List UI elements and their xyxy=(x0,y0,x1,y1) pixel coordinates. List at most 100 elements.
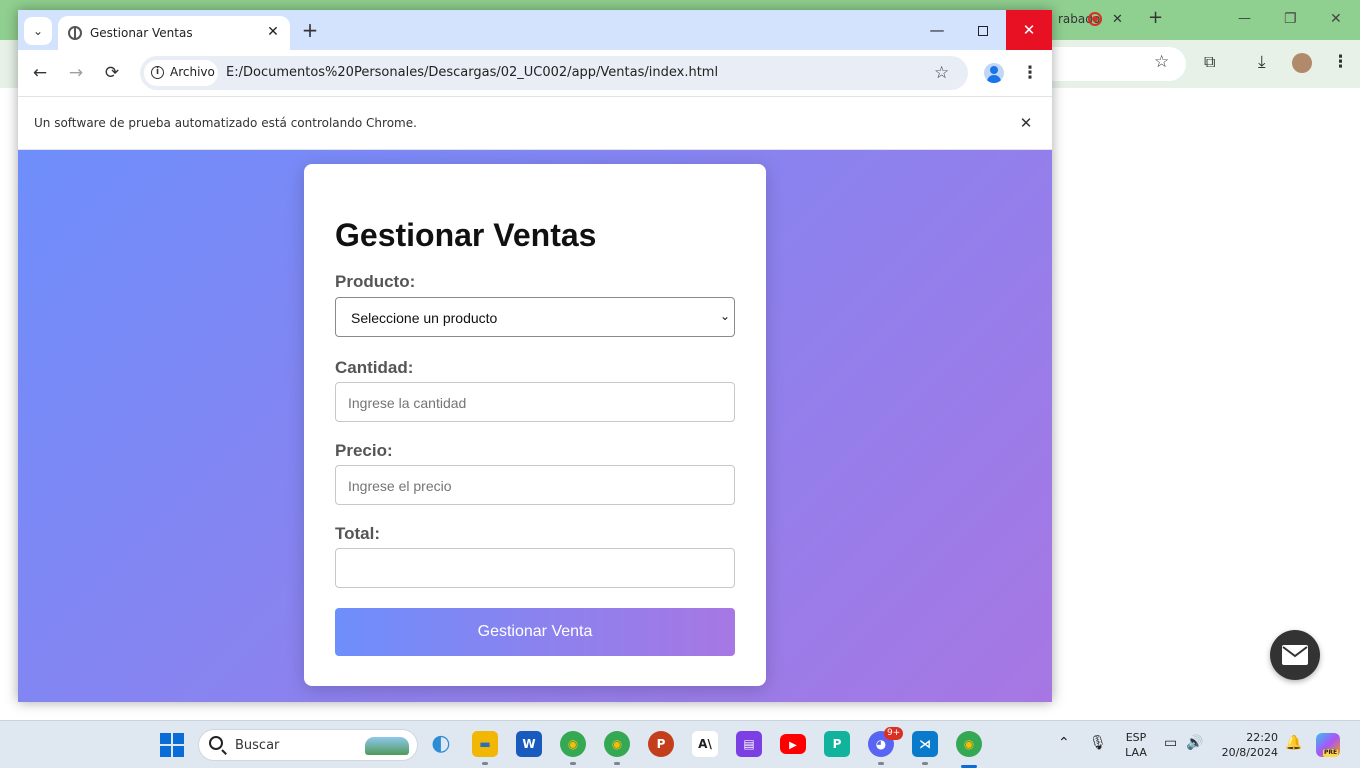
producto-select[interactable]: Seleccione un producto ⌄ xyxy=(335,297,735,337)
clapper-glyph: ▤ xyxy=(743,737,755,751)
back-button[interactable]: ← xyxy=(26,59,54,87)
total-input[interactable] xyxy=(335,548,735,588)
taskbar-app-widgets-icon[interactable]: ◐ xyxy=(428,731,454,757)
cantidad-label: Cantidad: xyxy=(335,358,414,377)
search-highlight-image xyxy=(365,737,409,755)
app-a-glyph: A\ xyxy=(698,737,712,751)
running-indicator xyxy=(922,762,928,765)
producto-selected-value: Seleccione un producto xyxy=(351,310,498,326)
precio-input[interactable]: Ingrese el precio xyxy=(335,465,735,505)
background-download-icon[interactable]: ⤓ xyxy=(1258,54,1266,71)
youtube-glyph: ▶ xyxy=(789,740,797,751)
tab-strip: ⌄ Gestionar Ventas ✕ + — ✕ xyxy=(18,10,1052,50)
page-title: Gestionar Ventas xyxy=(335,217,597,253)
running-indicator xyxy=(570,762,576,765)
taskbar-app-chrome-profile-1-icon[interactable]: ◉ xyxy=(560,731,586,757)
taskbar-search-label: Buscar xyxy=(235,738,280,753)
background-window-close-icon[interactable]: ✕ xyxy=(1330,11,1342,27)
url-text[interactable]: E:/Documentos%20Personales/Descargas/02_… xyxy=(226,65,718,80)
profile-avatar-icon[interactable] xyxy=(984,63,1004,83)
notification-bell-icon[interactable]: 🔔 xyxy=(1285,735,1302,751)
background-tab-close-icon[interactable]: ✕ xyxy=(1112,12,1123,28)
tab-title: Gestionar Ventas xyxy=(90,26,193,40)
window-close-button[interactable]: ✕ xyxy=(1006,10,1052,50)
address-bar[interactable]: i Archivo E:/Documentos%20Personales/Des… xyxy=(140,56,968,90)
copilot-preview-tag: PRE xyxy=(1323,749,1339,757)
bookmark-star-icon[interactable]: ☆ xyxy=(934,63,949,83)
minimize-button[interactable]: — xyxy=(914,10,960,50)
discord-glyph: ◕ xyxy=(875,737,887,751)
mail-button[interactable] xyxy=(1270,630,1320,680)
taskbar-app-vscode-icon[interactable]: ⋊ xyxy=(912,731,938,757)
tab-close-icon[interactable]: ✕ xyxy=(264,23,282,41)
system-clock[interactable]: 22:20 20/8/2024 xyxy=(1214,730,1278,760)
background-profile-avatar-icon[interactable] xyxy=(1292,53,1312,73)
vscode-glyph: ⋊ xyxy=(919,737,931,751)
word-glyph: W xyxy=(522,737,536,751)
windows-logo-pane xyxy=(173,733,184,744)
windows-taskbar: Buscar ◐ ▬ W ◉ ◉ P A\ ▤ ▶ P ◕ 9+ ⋊ ◉ ⌃ 🎙… xyxy=(0,720,1360,768)
taskbar-app-chrome-profile-2-icon[interactable]: ◉ xyxy=(604,731,630,757)
background-new-tab-icon[interactable]: + xyxy=(1148,9,1163,27)
tab-gestionar-ventas[interactable]: Gestionar Ventas ✕ xyxy=(58,16,290,50)
tab-search-button[interactable]: ⌄ xyxy=(24,17,52,45)
reload-button[interactable]: ⟳ xyxy=(98,59,126,87)
taskbar-search-box[interactable]: Buscar xyxy=(198,729,418,761)
running-indicator xyxy=(614,762,620,765)
cantidad-input[interactable]: Ingrese la cantidad xyxy=(335,382,735,422)
search-icon xyxy=(209,736,223,750)
infobar-message: Un software de prueba automatizado está … xyxy=(34,116,417,130)
running-indicator xyxy=(878,762,884,765)
tray-chevron-up-icon[interactable]: ⌃ xyxy=(1058,735,1070,751)
automation-infobar: Un software de prueba automatizado está … xyxy=(18,96,1052,150)
chrome-glyph: ◉ xyxy=(963,737,975,751)
taskbar-app-chrome-active-icon[interactable]: ◉ xyxy=(956,731,982,757)
file-explorer-glyph: ▬ xyxy=(479,737,491,751)
gestionar-venta-button[interactable]: Gestionar Venta xyxy=(335,608,735,656)
background-bookmark-star-icon[interactable]: ☆ xyxy=(1154,54,1169,71)
windows-logo-pane xyxy=(160,746,171,757)
background-restore-icon[interactable]: ❐ xyxy=(1284,11,1297,27)
input-language[interactable]: ESP LAA xyxy=(1124,730,1148,760)
discord-notification-badge: 9+ xyxy=(884,727,904,740)
browser-toolbar: ← → ⟳ i Archivo E:/Documentos%20Personal… xyxy=(18,50,1052,96)
chevron-down-icon: ⌄ xyxy=(720,309,731,323)
taskbar-app-word-icon[interactable]: W xyxy=(516,731,542,757)
taskbar-app-a-icon[interactable]: A\ xyxy=(692,731,718,757)
background-minimize-icon[interactable]: — xyxy=(1238,11,1251,27)
keyboard-layout: LAA xyxy=(1125,746,1147,759)
language-code: ESP xyxy=(1125,731,1147,744)
clock-time: 22:20 xyxy=(1246,731,1278,744)
precio-placeholder: Ingrese el precio xyxy=(348,478,452,494)
new-tab-button[interactable]: + xyxy=(298,20,322,40)
info-icon: i xyxy=(151,66,164,79)
taskbar-app-youtube-icon[interactable]: ▶ xyxy=(780,734,806,754)
clock-date: 20/8/2024 xyxy=(1221,746,1278,759)
taskbar-app-pycharm-icon[interactable]: P xyxy=(824,731,850,757)
taskbar-app-file-explorer-icon[interactable]: ▬ xyxy=(472,731,498,757)
precio-label: Precio: xyxy=(335,441,393,460)
recording-icon xyxy=(1088,12,1102,26)
start-button[interactable] xyxy=(160,733,184,757)
taskbar-app-powerpoint-icon[interactable]: P xyxy=(648,731,674,757)
site-info-chip[interactable]: i Archivo xyxy=(144,60,218,86)
microphone-icon[interactable]: 🎙 xyxy=(1089,735,1107,751)
browser-menu-button[interactable]: ⋮ xyxy=(1018,59,1042,87)
maximize-button[interactable] xyxy=(960,10,1006,50)
background-extensions-icon[interactable]: ⧉ xyxy=(1204,54,1215,70)
maximize-icon xyxy=(978,25,988,36)
forward-button[interactable]: → xyxy=(62,59,90,87)
site-info-label: Archivo xyxy=(170,65,215,79)
chrome-window: ⌄ Gestionar Ventas ✕ + — ✕ ← → ⟳ i Archi… xyxy=(18,10,1052,702)
windows-logo-pane xyxy=(173,746,184,757)
volume-icon[interactable]: 🔊 xyxy=(1186,735,1203,751)
chrome-glyph: ◉ xyxy=(567,737,579,751)
page-viewport: Gestionar Ventas Producto: Seleccione un… xyxy=(18,150,1052,702)
envelope-icon xyxy=(1282,645,1308,665)
taskbar-app-clapper-icon[interactable]: ▤ xyxy=(736,731,762,757)
widgets-glyph: ◐ xyxy=(431,731,451,756)
network-icon[interactable]: ▭ xyxy=(1164,735,1177,751)
infobar-close-icon[interactable]: ✕ xyxy=(1014,111,1038,135)
running-indicator xyxy=(482,762,488,765)
background-menu-icon[interactable]: ⋮ xyxy=(1332,54,1349,71)
